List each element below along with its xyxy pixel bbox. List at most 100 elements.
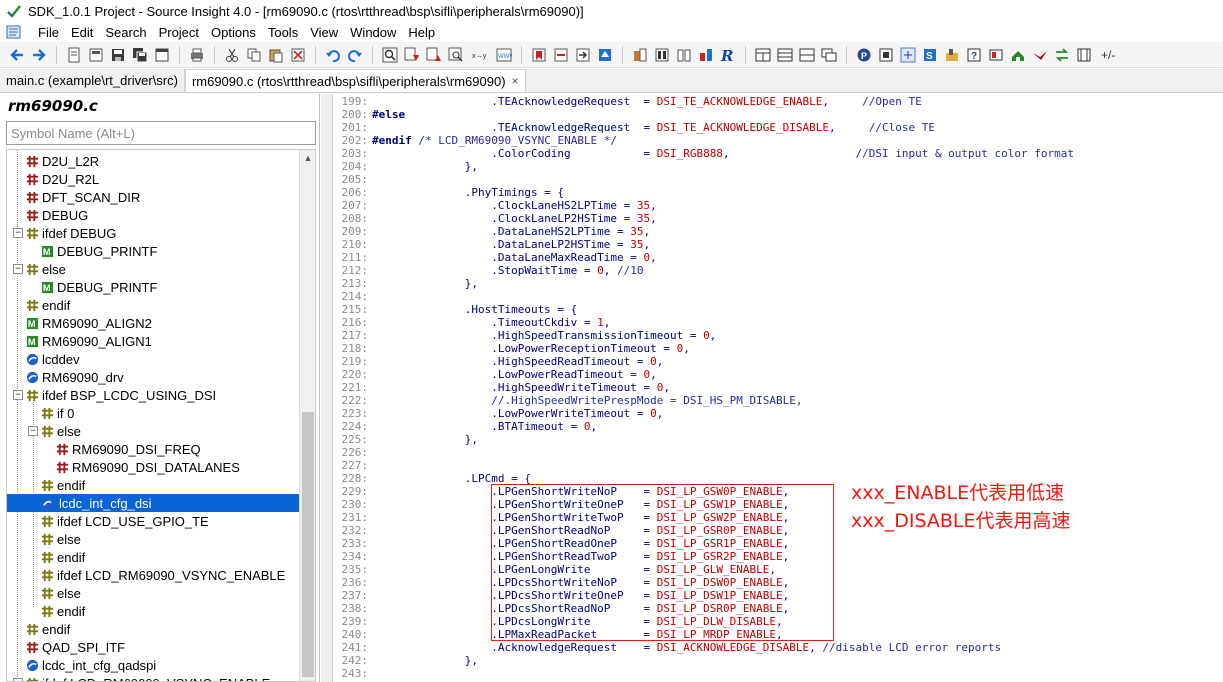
search-forward-icon[interactable] <box>425 46 443 64</box>
back-arrow-icon[interactable] <box>8 46 26 64</box>
code-line[interactable]: 202: #endif /* LCD_RM69090_VSYNC_ENABLE *… <box>334 134 1074 147</box>
relation-r-icon[interactable]: R <box>719 46 737 64</box>
symbol-item[interactable]: D2U_L2R <box>7 152 301 170</box>
symbol-window-icon[interactable]: S <box>921 46 939 64</box>
symbol-item[interactable]: RM69090_drv <box>7 368 301 386</box>
menu-search[interactable]: Search <box>99 25 152 40</box>
symbol-item[interactable]: endif <box>7 548 301 566</box>
paste-icon[interactable] <box>267 46 285 64</box>
copy-icon[interactable] <box>245 46 263 64</box>
code-line[interactable]: 200: #else <box>334 108 1074 121</box>
help-window-icon[interactable]: ? <box>965 46 983 64</box>
bird-icon[interactable] <box>1031 46 1049 64</box>
layout-windows-icon[interactable] <box>820 46 838 64</box>
code-line[interactable]: 201: .TEAcknowledgeRequest = DSI_TE_ACKN… <box>334 121 1074 134</box>
tree-expander-icon[interactable]: − <box>13 228 23 238</box>
save-icon[interactable] <box>109 46 127 64</box>
bookmark-next-icon[interactable] <box>552 46 570 64</box>
code-line[interactable]: 225: }, <box>334 433 1074 446</box>
go-up-icon[interactable] <box>596 46 614 64</box>
menu-edit[interactable]: Edit <box>65 25 99 40</box>
replace-icon[interactable]: x→y <box>469 46 491 64</box>
code-line[interactable]: 210: .DataLaneLP2HSTime = 35, <box>334 238 1074 251</box>
tree-expander-icon[interactable]: − <box>28 426 38 436</box>
code-line[interactable]: 212: .StopWaitTime = 0, //10 <box>334 264 1074 277</box>
save-all-icon[interactable] <box>131 46 149 64</box>
undo-icon[interactable] <box>324 46 342 64</box>
symbol-item[interactable]: M DEBUG_PRINTF <box>7 242 301 260</box>
calls-icon[interactable] <box>697 46 715 64</box>
symbol-item[interactable]: lcddev <box>7 350 301 368</box>
symbol-item[interactable]: − ifdef BSP_LCDC_USING_DSI <box>7 386 301 404</box>
open-file-icon[interactable] <box>87 46 105 64</box>
delete-icon[interactable] <box>289 46 307 64</box>
symbol-item[interactable]: M RM69090_ALIGN2 <box>7 314 301 332</box>
search-icon[interactable] <box>381 46 399 64</box>
tree-expander-icon[interactable]: − <box>13 390 23 400</box>
code-line[interactable]: 241: .AcknowledgeRequest = DSI_ACKNOWLED… <box>334 641 1074 654</box>
code-line[interactable]: 219: .HighSpeedReadTimeout = 0, <box>334 355 1074 368</box>
code-line[interactable]: 221: .HighSpeedWriteTimeout = 0, <box>334 381 1074 394</box>
code-line[interactable]: 207: .ClockLaneHS2LPTime = 35, <box>334 199 1074 212</box>
redo-icon[interactable] <box>346 46 364 64</box>
code-line[interactable]: 218: .LowPowerReceptionTimeout = 0, <box>334 342 1074 355</box>
code-line[interactable]: 203: .ColorCoding = DSI_RGB888, //DSI in… <box>334 147 1075 160</box>
symbol-item[interactable]: − else <box>7 422 301 440</box>
overview-icon[interactable] <box>1009 46 1027 64</box>
new-file-icon[interactable] <box>65 46 83 64</box>
book-icon[interactable] <box>675 46 693 64</box>
scroll-up-icon[interactable]: ▲ <box>300 150 315 166</box>
scroll-thumb[interactable] <box>302 412 314 677</box>
tab-rm69090-c[interactable]: rm69090.c (rtos\rtthread\bsp\sifli\perip… <box>184 69 526 92</box>
close-file-icon[interactable] <box>153 46 171 64</box>
code-line[interactable]: 242: }, <box>334 654 1074 667</box>
code-line[interactable]: 220: .LowPowerReadTimeout = 0, <box>334 368 1074 381</box>
symbol-item[interactable]: − else <box>7 260 301 278</box>
code-line[interactable]: 209: .DataLaneHS2LPTime = 35, <box>334 225 1074 238</box>
code-line[interactable]: 215: .HostTimeouts = { <box>334 303 1074 316</box>
symbol-info-icon[interactable] <box>631 46 649 64</box>
symbol-item[interactable]: endif <box>7 476 301 494</box>
cut-icon[interactable] <box>223 46 241 64</box>
symbol-item[interactable]: D2U_R2L <box>7 170 301 188</box>
search-files-icon[interactable] <box>447 46 465 64</box>
relation-window-icon[interactable] <box>899 46 917 64</box>
symbol-item[interactable]: QAD_SPI_ITF <box>7 638 301 656</box>
code-line[interactable]: 213: }, <box>334 277 1074 290</box>
symbol-item[interactable]: endif <box>7 296 301 314</box>
code-line[interactable]: 243: <box>334 667 1074 680</box>
menu-project[interactable]: Project <box>153 25 205 40</box>
code-line[interactable]: 226: <box>334 446 1074 459</box>
code-line[interactable]: 214: <box>334 290 1074 303</box>
code-line[interactable]: 199: .TEAcknowledgeRequest = DSI_TE_ACKN… <box>334 95 1074 108</box>
layout-split-icon[interactable] <box>798 46 816 64</box>
sidebar-scrollbar[interactable]: ▲ <box>299 150 315 681</box>
code-line[interactable]: 216: .TimeoutCkdiv = 1, <box>334 316 1074 329</box>
code-line[interactable]: 206: .PhyTimings = { <box>334 186 1074 199</box>
symbol-search-input[interactable]: Symbol Name (Alt+L) <box>6 121 316 145</box>
settings-panel-icon[interactable] <box>1075 46 1093 64</box>
symbol-item[interactable]: RM69090_DSI_DATALANES <box>7 458 301 476</box>
symbol-item[interactable]: DEBUG <box>7 206 301 224</box>
toolbar-overflow[interactable]: +/- <box>1101 48 1115 62</box>
context-icon[interactable] <box>877 46 895 64</box>
menu-help[interactable]: Help <box>402 25 441 40</box>
symbol-item[interactable]: else <box>7 530 301 548</box>
menu-window[interactable]: Window <box>344 25 402 40</box>
print-icon[interactable] <box>188 46 206 64</box>
code-line[interactable]: 222: //.HighSpeedWritePrespMode = DSI_HS… <box>334 394 1074 407</box>
symbol-item[interactable]: lcdc_int_cfg_dsi <box>7 494 301 512</box>
search-web-icon[interactable]: WWW <box>495 46 513 64</box>
search-backward-icon[interactable] <box>403 46 421 64</box>
menu-view[interactable]: View <box>304 25 344 40</box>
bookmark-icon[interactable] <box>530 46 548 64</box>
forward-arrow-icon[interactable] <box>30 46 48 64</box>
tree-expander-icon[interactable]: − <box>13 264 23 274</box>
layout-rows-icon[interactable] <box>776 46 794 64</box>
close-icon[interactable]: × <box>512 74 519 88</box>
menu-tools[interactable]: Tools <box>262 25 304 40</box>
symbol-item[interactable]: RM69090_DSI_FREQ <box>7 440 301 458</box>
code-line[interactable]: 205: <box>334 173 1074 186</box>
project-icon[interactable]: P <box>855 46 873 64</box>
code-line[interactable]: 208: .ClockLaneLP2HSTime = 35, <box>334 212 1074 225</box>
